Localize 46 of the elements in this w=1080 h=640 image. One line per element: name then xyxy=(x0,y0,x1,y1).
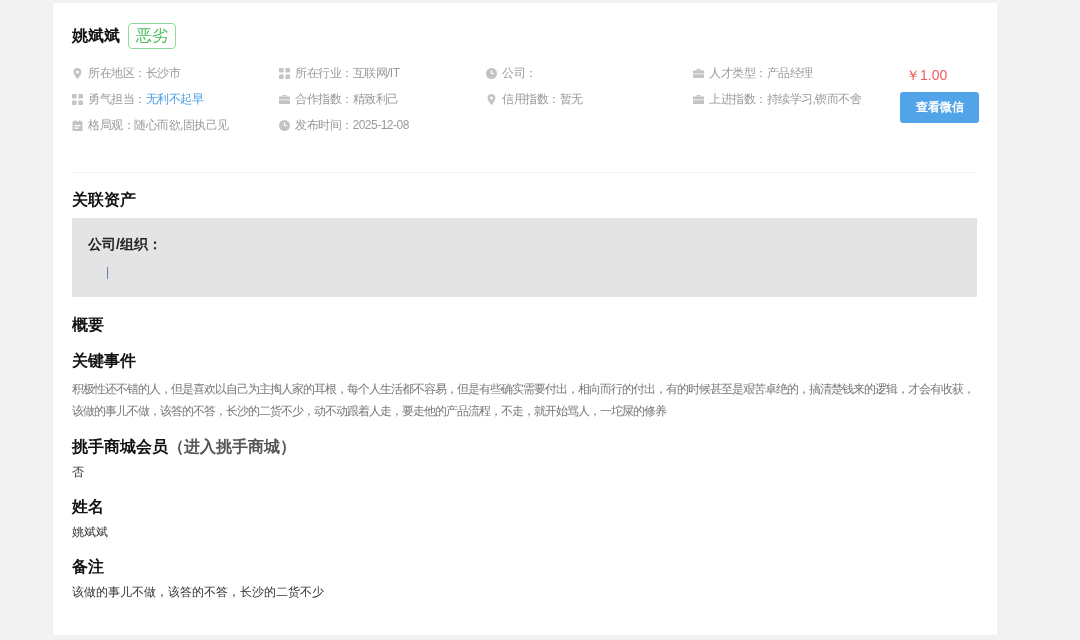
field-value: 否 xyxy=(72,464,85,481)
info-label: 勇气担当： xyxy=(88,90,146,108)
map-pin-icon xyxy=(486,93,497,105)
info-label: 上进指数： xyxy=(709,90,767,108)
view-wechat-button[interactable]: 查看微信 xyxy=(900,92,979,123)
price-text: ￥1.00 xyxy=(906,66,948,85)
clock-icon xyxy=(279,119,290,131)
info-value: 精致利己 xyxy=(352,90,399,108)
info-label: 所在地区： xyxy=(88,64,146,82)
grid-icon xyxy=(72,93,83,105)
briefcase-icon xyxy=(693,93,704,105)
info-link[interactable]: 无利不起早 xyxy=(145,90,203,108)
info-label: 信用指数： xyxy=(502,90,560,108)
mall-link[interactable]: （进入挑手商城） xyxy=(168,438,296,455)
info-label: 合作指数： xyxy=(295,90,353,108)
calendar-icon xyxy=(72,119,83,131)
map-pin-icon xyxy=(72,67,83,79)
info-value: 2025-12-08 xyxy=(352,118,409,132)
section-heading: 关键事件 xyxy=(72,351,137,371)
description-text: 积极性还不错的人，但是喜欢以自己为主掏人家的耳根，每个人生活都不容易，但是有些确实需要付出，相向而行的付出，有的时候甚至是艰苦卓绝的，搞清楚钱来的逻辑，才会有收获，该做的事儿不做，该答的不答，长沙的二货不少，动不动跟着人走，要走他的产品流程，不走，就开始骂人，一坨屎的修养 xyxy=(72,381,975,420)
info-value: 暂无 xyxy=(559,90,583,108)
info-label: 公司： xyxy=(502,64,537,82)
rating-tag: 恶劣 xyxy=(128,23,176,49)
section-heading: 备注 xyxy=(72,557,105,577)
info-label: 发布时间： xyxy=(295,116,353,134)
info-label: 格局观： xyxy=(88,116,134,134)
briefcase-icon xyxy=(279,93,290,105)
info-value: 互联网/IT xyxy=(352,64,400,82)
info-value: 随心而欲,固执己见 xyxy=(134,116,229,134)
section-heading: 概要 xyxy=(72,315,105,335)
info-label: 所在行业： xyxy=(295,64,353,82)
clock-icon xyxy=(486,67,497,79)
info-value: 长沙市 xyxy=(145,64,180,82)
briefcase-icon xyxy=(693,67,704,79)
info-value: 持续学习,锲而不舍 xyxy=(766,90,862,108)
link-separator: | xyxy=(106,265,110,279)
section-heading: 挑手商城会员 xyxy=(72,438,168,455)
section-heading: 姓名 xyxy=(72,497,105,517)
field-value: 姚斌斌 xyxy=(72,524,109,541)
grid-icon xyxy=(279,67,290,79)
field-value: 该做的事儿不做，该答的不答，长沙的二货不少 xyxy=(72,584,325,601)
person-name: 姚斌斌 xyxy=(72,26,120,46)
section-heading: 关联资产 xyxy=(72,190,137,210)
info-label: 人才类型： xyxy=(709,64,767,82)
info-value: 产品经理 xyxy=(766,64,813,82)
panel-label: 公司/组织： xyxy=(88,235,163,254)
